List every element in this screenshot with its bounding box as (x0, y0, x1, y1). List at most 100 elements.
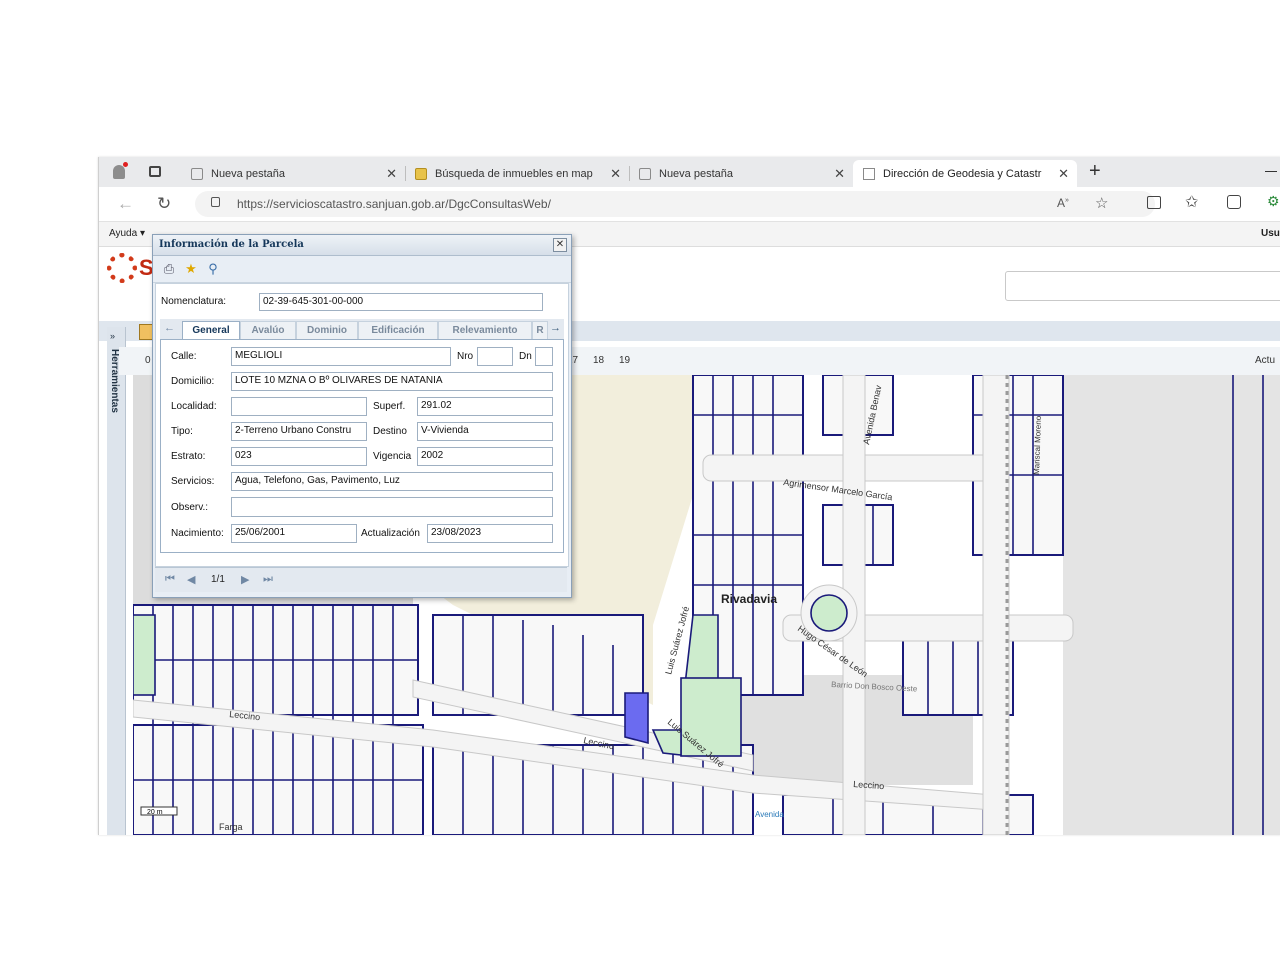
lock-icon (211, 197, 220, 207)
page-indicator: 1/1 (211, 574, 225, 585)
print-icon[interactable]: ⎙ (161, 261, 177, 277)
profile-badge-icon (123, 162, 128, 167)
localidad-label: Localidad: (171, 401, 217, 412)
search-icon[interactable]: ⚲ (205, 261, 221, 277)
dialog-tab-bar: ← General Avalúo Dominio Edificación Rel… (160, 319, 564, 340)
tipo-label: Tipo: (171, 426, 193, 437)
nacimiento-field[interactable]: 25/06/2001 (231, 524, 357, 543)
new-tab-button[interactable]: + (1089, 160, 1101, 183)
tab-label: Dirección de Geodesia y Catastr (883, 167, 1042, 180)
tab-avaluo[interactable]: Avalúo (240, 321, 296, 339)
superf-field[interactable]: 291.02 (417, 397, 553, 416)
actualizacion-label: Actualización (361, 528, 420, 539)
close-icon[interactable]: ✕ (834, 166, 845, 182)
tab-scroll-right-icon[interactable]: → (550, 322, 561, 334)
profile-icon[interactable] (113, 165, 125, 179)
header-search-box[interactable] (1005, 271, 1280, 301)
tools-sidebar[interactable]: » Herramientas (107, 327, 126, 835)
url-field[interactable]: https://servicioscatastro.sanjuan.gob.ar… (195, 191, 1155, 217)
tab-label: Nueva pestaña (659, 167, 733, 180)
minimize-icon[interactable] (1265, 171, 1277, 172)
tab-edificacion[interactable]: Edificación (358, 321, 438, 339)
page-icon (191, 167, 203, 180)
label-avenida: Avenida (755, 810, 784, 819)
estrato-label: Estrato: (171, 451, 206, 462)
calle-label: Calle: (171, 351, 197, 362)
nomenclatura-field[interactable]: 02-39-645-301-00-000 (259, 293, 543, 311)
zoom-left-label[interactable]: 0 (145, 355, 151, 366)
dn-label: Dn (519, 351, 532, 362)
observ-field[interactable] (231, 497, 553, 517)
close-icon[interactable]: ✕ (1058, 166, 1069, 182)
vigencia-label: Vigencia (373, 451, 412, 462)
destino-field[interactable]: V-Vivienda (417, 422, 553, 441)
next-page-icon[interactable]: ▶ (241, 573, 249, 586)
tab-relevamiento[interactable]: Relevamiento (438, 321, 532, 339)
dialog-toolbar: ⎙ ★ ⚲ (153, 256, 571, 283)
tab-direccion-geodesia[interactable]: Dirección de Geodesia y Catastr ✕ (853, 160, 1077, 187)
nro-field[interactable] (477, 347, 513, 366)
close-icon[interactable]: ✕ (386, 166, 397, 182)
last-page-icon[interactable]: ⏭ (263, 573, 273, 586)
street-label-rivadavia: Rivadavia (721, 592, 777, 606)
selected-parcel[interactable] (624, 692, 649, 745)
collections-icon[interactable] (1227, 195, 1241, 209)
calle-field[interactable]: MEGLIOLI (231, 347, 451, 366)
address-bar: ← ↻ https://servicioscatastro.sanjuan.go… (99, 187, 1280, 222)
favorites-icon[interactable]: ✩ (1185, 192, 1198, 212)
domicilio-label: Domicilio: (171, 376, 215, 387)
nomenclatura-label: Nomenclatura: (161, 296, 227, 307)
first-page-icon[interactable]: ⏮ (165, 573, 175, 586)
nro-label: Nro (457, 351, 474, 362)
observ-label: Observ.: (171, 502, 209, 513)
map-scale: 20 m (147, 809, 163, 816)
ayuda-menu[interactable]: Ayuda ▾ (109, 228, 145, 239)
favorite-icon[interactable]: ☆ (1095, 194, 1108, 212)
right-label: Actu (1255, 355, 1276, 366)
tipo-field[interactable]: 2-Terreno Urbano Constru (231, 422, 367, 441)
localidad-field[interactable] (231, 397, 367, 416)
page-icon (639, 167, 651, 180)
tab-dominio[interactable]: Dominio (296, 321, 358, 339)
close-icon[interactable]: ✕ (553, 238, 567, 252)
tab-nueva-pestana-2[interactable]: Nueva pestaña ✕ (629, 160, 853, 187)
estrato-field[interactable]: 023 (231, 447, 367, 466)
parcel-info-dialog[interactable]: Información de la Parcela ✕ ⎙ ★ ⚲ Nomenc… (152, 234, 572, 598)
tab-scroll-left-icon[interactable]: ← (164, 322, 175, 334)
nacimiento-label: Nacimiento: (171, 528, 224, 539)
usuario-menu[interactable]: Usu (1261, 228, 1280, 239)
url-text: https://servicioscatastro.sanjuan.gob.ar… (237, 197, 551, 211)
expand-icon[interactable]: » (110, 331, 115, 341)
sanjuan-logo (107, 253, 137, 283)
back-icon[interactable]: ← (117, 194, 134, 214)
servicios-field[interactable]: Agua, Telefono, Gas, Pavimento, Luz (231, 472, 553, 491)
general-panel: Calle: MEGLIOLI Nro Dn Domicilio: LOTE 1… (160, 340, 564, 553)
street-label-farga: Farga (219, 822, 243, 832)
tab-strip: Nueva pestaña ✕ Búsqueda de inmuebles en… (99, 157, 1280, 187)
zoom-level-18[interactable]: 18 (593, 355, 604, 366)
tab-nueva-pestana-1[interactable]: Nueva pestaña ✕ (181, 160, 406, 187)
close-icon[interactable]: ✕ (610, 166, 621, 182)
tab-r[interactable]: R (532, 321, 548, 339)
read-aloud-icon[interactable]: A» (1057, 196, 1069, 210)
document-icon (863, 167, 875, 180)
star-icon[interactable]: ★ (183, 261, 199, 277)
zoom-level-19[interactable]: 19 (619, 355, 630, 366)
servicios-label: Servicios: (171, 476, 215, 487)
vigencia-field[interactable]: 2002 (417, 447, 553, 466)
dn-field[interactable] (535, 347, 553, 366)
tab-label: Nueva pestaña (211, 167, 285, 180)
extensions-icon[interactable]: ⚙ (1267, 193, 1280, 210)
tab-busqueda-inmuebles[interactable]: Búsqueda de inmuebles en map ✕ (405, 160, 630, 187)
tab-general[interactable]: General (182, 321, 240, 339)
actualizacion-field[interactable]: 23/08/2023 (427, 524, 553, 543)
reload-icon[interactable]: ↻ (157, 194, 171, 214)
dialog-title: Información de la Parcela (159, 239, 304, 250)
destino-label: Destino (373, 426, 407, 437)
split-screen-icon[interactable] (1147, 196, 1161, 209)
domicilio-field[interactable]: LOTE 10 MZNA O Bº OLIVARES DE NATANIA (231, 372, 553, 391)
tab-actions-icon[interactable] (149, 166, 161, 177)
map-icon (415, 167, 427, 180)
dialog-titlebar[interactable]: Información de la Parcela ✕ (153, 235, 571, 256)
prev-page-icon[interactable]: ◀ (187, 573, 195, 586)
